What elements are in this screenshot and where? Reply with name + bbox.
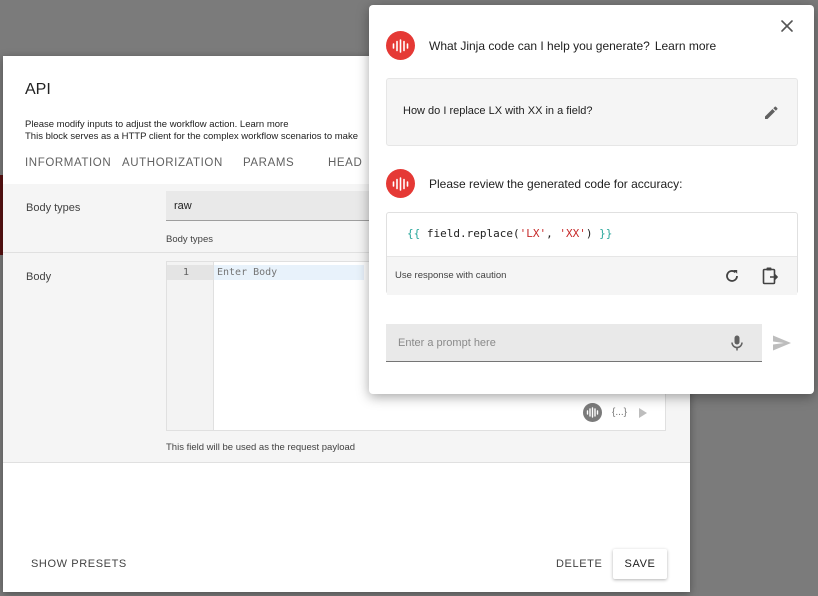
code-card-footer: Use response with caution [387,256,797,295]
pencil-icon[interactable] [762,104,780,122]
line-number: 1 [183,267,190,278]
dialog-title: API [25,81,51,98]
question-text: What Jinja code can I help you generate? [429,39,650,53]
editor-placeholder: Enter Body [217,267,278,278]
body-helper: This field will be used as the request p… [166,442,356,453]
editor-gutter [167,262,214,430]
dialog-description: Please modify inputs to adjust the workf… [25,119,385,143]
save-button[interactable]: SAVE [613,549,667,579]
tab-authorization[interactable]: AUTHORIZATION [122,157,243,169]
ai-assist-button[interactable] [582,403,602,422]
body-types-helper: Body types [166,234,213,245]
body-types-label: Body types [26,202,81,214]
generated-code-card: {{ field.replace('LX', 'XX') }} Use resp… [386,212,798,295]
tab-bar: INFORMATION AUTHORIZATION PARAMS HEAD [25,157,368,169]
user-prompt-text: How do I replace LX with XX in a field? [403,105,593,117]
waveform-icon [586,407,599,418]
ai-assistant-panel: What Jinja code can I help you generate?… [369,5,814,394]
ai-logo [386,169,415,198]
body-types-select[interactable]: raw [166,191,376,221]
tab-params[interactable]: PARAMS [243,157,328,169]
prompt-input[interactable] [386,324,762,362]
clipboard-icon[interactable] [761,266,779,286]
row-divider [3,462,690,463]
review-heading: Please review the generated code for acc… [429,177,683,191]
assistant-question: What Jinja code can I help you generate?… [429,39,716,53]
delete-button[interactable]: DELETE [556,558,602,570]
waveform-icon [392,176,409,191]
description-text-2: This block serves as a HTTP client for t… [25,131,358,142]
user-prompt-card: How do I replace LX with XX in a field? [386,78,798,146]
editor-toolbar: {...} [582,403,647,422]
description-text: Please modify inputs to adjust the workf… [25,119,238,130]
learn-more-link[interactable]: Learn more [240,119,289,130]
close-icon[interactable] [778,17,796,35]
refresh-icon[interactable] [723,267,741,285]
tab-headers[interactable]: HEAD [328,157,368,169]
gutter-active-line [167,265,213,280]
dialog-footer: SHOW PRESETS DELETE SAVE [3,536,690,592]
ai-logo [386,31,415,60]
waveform-icon [392,38,409,53]
caution-text: Use response with caution [395,270,507,281]
insert-variable-button[interactable]: {...} [612,407,627,418]
body-label: Body [26,271,52,283]
learn-more-link[interactable]: Learn more [655,39,716,53]
body-types-value: raw [174,200,192,212]
generated-code: {{ field.replace('LX', 'XX') }} [407,227,613,240]
send-icon[interactable] [772,334,792,352]
play-icon[interactable] [639,407,647,418]
tab-information[interactable]: INFORMATION [25,157,122,169]
show-presets-button[interactable]: SHOW PRESETS [31,558,127,570]
microphone-icon[interactable] [728,334,746,352]
